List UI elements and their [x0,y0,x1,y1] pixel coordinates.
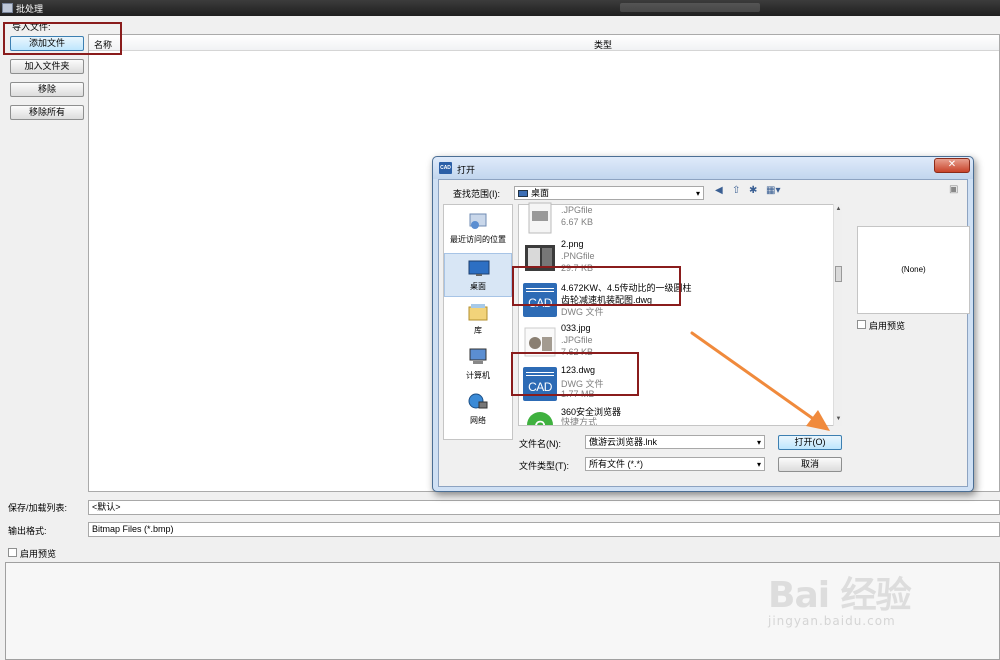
cad-file-icon: CAD [523,367,557,401]
column-type[interactable]: 类型 [594,38,612,51]
look-in-label: 查找范围(I): [453,189,500,199]
dialog-close-button[interactable]: ✕ [934,158,970,173]
cancel-button[interactable]: 取消 [778,457,842,472]
remove-button[interactable]: 移除 [10,82,84,97]
desktop-icon [468,260,490,276]
dialog-enable-preview-label: 启用预览 [869,321,906,331]
save-load-list-label: 保存/加载列表: [8,503,68,513]
browser-e-icon: e [527,412,553,425]
back-icon[interactable]: ◀ [715,185,723,196]
cad-file-icon-text: CAD [528,296,552,310]
preview-none-text: (None) [901,265,926,274]
open-file-dialog: CAD 打开 ✕ 查找范围(I): 桌面 ▾ ◀ ⇧ ✱ ▦▾ ▣ 最近访问的位… [432,156,974,492]
file-preview-box: (None) [857,226,970,314]
app-icon [2,3,13,13]
recent-places-icon [469,213,487,229]
preview-toggle-icon[interactable]: ▣ [949,184,958,195]
network-icon [468,393,488,409]
filetype-value: 所有文件 (*.*) [589,459,644,469]
file-size: 7.62 KB [561,347,594,357]
chevron-down-icon: ▾ [756,460,761,469]
place-label: 库 [474,326,482,335]
file-type: 快捷方式 [561,417,598,425]
png-thumbnail-icon [525,245,555,271]
filename-combo[interactable]: 傲游云浏览器.lnk ▾ [585,435,765,449]
file-item[interactable]: e 360安全浏览器 快捷方式 [519,403,831,425]
file-name: 123.dwg [561,365,596,375]
file-item[interactable]: .JPGfile 6.67 KB [519,197,831,241]
preview-panel [5,562,1000,660]
remove-all-button[interactable]: 移除所有 [10,105,84,120]
jpg-thumbnail-icon [528,202,552,234]
filename-value: 傲游云浏览器.lnk [589,437,658,447]
file-item[interactable]: 2.png .PNGfile 29.7 KB [519,237,831,281]
dialog-body: 查找范围(I): 桌面 ▾ ◀ ⇧ ✱ ▦▾ ▣ 最近访问的位置 桌面 库 计算… [438,179,970,487]
file-size: 1.77 MB [561,389,595,399]
column-name[interactable]: 名称 [94,38,112,51]
dialog-file-list[interactable]: .JPGfile 6.67 KB 2.png .PNGfile 29.7 KB … [518,202,841,426]
dialog-title-bar: CAD 打开 ✕ [433,157,973,179]
file-size: 29.7 KB [561,263,594,273]
cad-app-icon: CAD [439,162,452,174]
dialog-enable-preview-checkbox[interactable] [857,320,866,329]
batch-window: 批处理 导入文件: 添加文件 加入文件夹 移除 移除所有 名称 类型 保存/加载… [0,0,1000,660]
place-computer[interactable]: 计算机 [444,343,512,387]
file-type: DWG 文件 [561,307,604,317]
file-name: 2.png [561,239,584,249]
place-recent[interactable]: 最近访问的位置 [444,207,512,251]
file-list-header: 名称 类型 [89,35,999,51]
add-folder-button[interactable]: 加入文件夹 [10,59,84,74]
place-network[interactable]: 网络 [444,388,512,432]
output-format-label: 输出格式: [8,526,47,536]
file-list-scrollbar[interactable]: ▲ ▼ [833,204,842,426]
computer-icon [469,348,487,364]
filetype-label: 文件类型(T): [519,461,569,471]
import-files-label: 导入文件: [12,22,51,32]
cad-file-icon-text: CAD [528,380,552,394]
filetype-combo[interactable]: 所有文件 (*.*) ▾ [585,457,765,471]
file-type: .JPGfile [561,205,593,215]
file-item[interactable]: CAD 4.672KW、4.5传动比的一级圆柱 齿轮减速机装配图.dwg DWG… [519,279,831,323]
file-type: .JPGfile [561,335,593,345]
place-desktop[interactable]: 桌面 [444,253,512,297]
scroll-down-icon[interactable]: ▼ [835,416,842,422]
file-size: 6.67 KB [561,217,594,227]
scroll-up-icon[interactable]: ▲ [835,206,842,212]
window-title: 批处理 [16,3,44,14]
title-bar: 批处理 [0,0,1000,16]
view-menu-icon[interactable]: ▦▾ [766,185,780,196]
file-name: 033.jpg [561,323,591,333]
place-libraries[interactable]: 库 [444,298,512,342]
place-label: 桌面 [470,282,486,291]
place-label: 计算机 [466,371,490,380]
up-folder-icon[interactable]: ⇧ [732,185,740,196]
enable-preview-label: 启用预览 [20,549,57,559]
library-icon [468,304,488,321]
save-load-list-combo[interactable]: <默认> [88,500,1000,515]
place-label: 最近访问的位置 [450,235,506,244]
enable-preview-checkbox[interactable] [8,548,17,557]
title-bar-blur [620,3,760,12]
place-label: 网络 [470,416,486,425]
filename-label: 文件名(N): [519,439,561,449]
places-bar: 最近访问的位置 桌面 库 计算机 网络 [443,204,513,440]
jpg-thumbnail-icon [524,327,556,357]
output-format-combo[interactable]: Bitmap Files (*.bmp) [88,522,1000,537]
add-file-button[interactable]: 添加文件 [10,36,84,51]
chevron-down-icon: ▾ [756,438,761,447]
open-button[interactable]: 打开(O) [778,435,842,450]
svg-text:e: e [534,413,546,425]
scroll-thumb[interactable] [835,266,842,282]
dialog-title: 打开 [457,165,476,175]
file-item[interactable]: 033.jpg .JPGfile 7.62 KB [519,321,831,365]
file-item[interactable]: CAD 123.dwg DWG 文件 1.77 MB [519,363,831,407]
file-type: .PNGfile [561,251,595,261]
cad-file-icon: CAD [523,283,557,317]
new-folder-icon[interactable]: ✱ [749,185,757,196]
